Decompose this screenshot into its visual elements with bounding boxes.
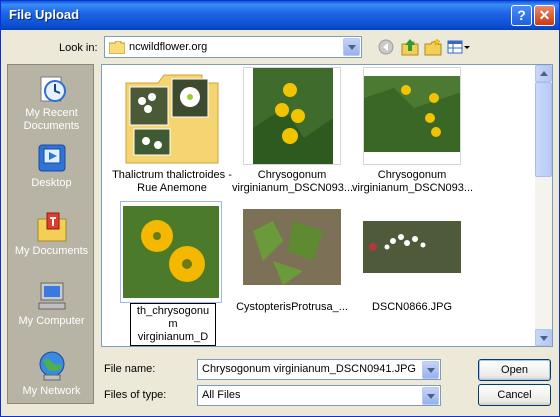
file-name: CystopterisProtrusa_...	[236, 301, 348, 313]
place-label: My Documents	[14, 245, 89, 257]
file-name: Thalictrum thalictroides - Rue Anemone	[112, 169, 232, 194]
title-bar[interactable]: File Upload ? ✕	[1, 1, 559, 30]
help-button[interactable]: ?	[511, 5, 532, 26]
scroll-up-button[interactable]	[535, 65, 552, 82]
file-type-value: All Files	[202, 389, 241, 401]
file-name-label: File name:	[104, 363, 156, 375]
cancel-button[interactable]: Cancel	[478, 384, 551, 406]
place-desktop[interactable]: Desktop	[8, 141, 93, 190]
look-in-label: Look in:	[59, 42, 98, 54]
place-label: Desktop	[31, 177, 72, 189]
place-label: My Network	[22, 385, 81, 397]
file-item[interactable]: CystopterisProtrusa_...	[232, 201, 352, 331]
look-in-value: ncwildflower.org	[129, 41, 208, 53]
back-arrow-icon[interactable]	[377, 38, 397, 56]
places-bar: My Recent Documents Desktop My Documents	[7, 64, 94, 404]
open-button[interactable]: Open	[478, 359, 551, 381]
place-my-documents[interactable]: My Documents	[8, 209, 93, 258]
place-my-computer[interactable]: My Computer	[8, 279, 93, 328]
up-folder-icon[interactable]	[400, 38, 420, 56]
my-documents-icon	[37, 212, 66, 242]
place-my-recent-documents[interactable]: My Recent Documents	[8, 71, 93, 133]
place-label: My Recent Documents	[23, 107, 80, 132]
image-thumbnail	[243, 201, 341, 291]
vertical-scrollbar[interactable]	[535, 65, 552, 346]
place-label: My Computer	[18, 315, 85, 327]
file-item[interactable]: Thalictrum thalictroides - Rue Anemone	[112, 67, 232, 197]
desktop-icon	[38, 144, 65, 172]
scroll-down-button[interactable]	[535, 329, 552, 346]
file-type-select[interactable]: All Files	[197, 385, 441, 406]
file-item[interactable]: Chrysogonum virginianum_DSCN093...	[352, 67, 474, 197]
file-item-selected[interactable]: th_chrysogonu m virginianum_D	[112, 201, 232, 346]
file-upload-dialog: File Upload ? ✕ Look in: ncwildflower.or…	[0, 0, 560, 417]
place-my-network[interactable]: My Network	[8, 349, 93, 398]
my-network-icon	[39, 351, 64, 381]
chevron-down-icon[interactable]	[422, 387, 439, 405]
close-button[interactable]: ✕	[534, 5, 555, 26]
file-name: Chrysogonum virginianum_DSCN093...	[232, 169, 354, 194]
new-folder-icon[interactable]	[423, 38, 443, 56]
image-thumbnail	[120, 201, 222, 303]
chevron-down-icon[interactable]	[422, 361, 439, 379]
my-computer-icon	[38, 282, 65, 310]
window-title: File Upload	[9, 7, 80, 22]
image-thumbnail	[363, 67, 461, 165]
recent-documents-icon	[40, 76, 66, 102]
folder-icon	[109, 41, 125, 54]
views-menu-icon[interactable]	[447, 38, 471, 56]
file-name-field[interactable]: Chrysogonum virginianum_DSCN0941.JPG	[197, 359, 441, 380]
scroll-thumb[interactable]	[535, 82, 552, 177]
image-thumbnail	[243, 67, 341, 165]
file-type-label: Files of type:	[104, 389, 167, 401]
file-item[interactable]: Chrysogonum virginianum_DSCN093...	[232, 67, 354, 197]
folder-thumbnail	[125, 74, 219, 164]
look-in-dropdown[interactable]: ncwildflower.org	[104, 36, 362, 58]
chevron-down-icon[interactable]	[343, 38, 360, 56]
image-thumbnail	[363, 201, 461, 291]
file-name-value: Chrysogonum virginianum_DSCN0941.JPG	[202, 363, 416, 375]
file-name: DSCN0866.JPG	[371, 301, 453, 313]
file-list-view[interactable]: Thalictrum thalictroides - Rue Anemone C…	[101, 64, 553, 347]
file-item[interactable]: DSCN0866.JPG	[352, 201, 472, 331]
rename-field[interactable]: th_chrysogonu m virginianum_D	[130, 303, 216, 346]
file-name: Chrysogonum virginianum_DSCN093...	[352, 169, 474, 194]
